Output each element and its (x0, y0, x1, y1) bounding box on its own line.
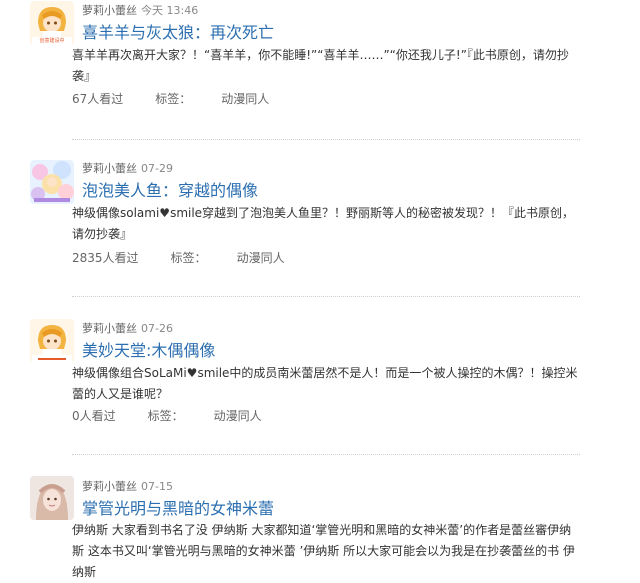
photo-avatar-icon (30, 476, 74, 520)
post-title[interactable]: 喜羊羊与灰太狼：再次死亡 (82, 19, 274, 43)
post-date: 今天 13:46 (141, 4, 199, 17)
tag-label: 标签： (170, 251, 207, 265)
tag-label: 标签： (147, 409, 184, 423)
author-avatar[interactable] (30, 476, 74, 520)
post-meta: 萝莉小蕾丝 07-15 (82, 478, 173, 494)
mermaid-cover-icon (30, 160, 74, 204)
author-name[interactable]: 萝莉小蕾丝 (82, 162, 137, 175)
post-description: 喜羊羊再次离开大家？！“喜羊羊，你不能睡!”“喜羊羊……”“你还我儿子!”『此书… (72, 48, 569, 83)
post-description: 神级偶像solami♥smile穿越到了泡泡美人鱼里？！野丽斯等人的秘密被发现？… (72, 206, 575, 241)
author-name[interactable]: 萝莉小蕾丝 (82, 322, 137, 335)
post-stats: 0人看过 标签： 动漫同人 (72, 407, 262, 424)
post-meta: 萝莉小蕾丝 07-29 (82, 160, 173, 176)
author-avatar[interactable] (30, 160, 74, 204)
post-date: 07-26 (141, 322, 173, 335)
post-stats: 67人看过 标签： 动漫同人 (72, 90, 269, 107)
author-avatar[interactable]: 创意建设中 (30, 1, 74, 45)
tag-label: 标签： (155, 92, 192, 106)
divider (72, 454, 580, 455)
post-title[interactable]: 美妙天堂:木偶偶像 (82, 337, 215, 361)
post-meta: 萝莉小蕾丝 今天 13:46 (82, 2, 198, 18)
post-date: 07-29 (141, 162, 173, 175)
divider (72, 139, 580, 140)
tag-link[interactable]: 动漫同人 (221, 90, 269, 107)
author-avatar[interactable] (30, 319, 74, 363)
avatar-badge: 创意建设中 (32, 37, 72, 45)
view-count: 0人看过 (72, 409, 116, 423)
tag-link[interactable]: 动漫同人 (214, 407, 262, 424)
post-date: 07-15 (141, 480, 173, 493)
author-name[interactable]: 萝莉小蕾丝 (82, 4, 137, 17)
author-name[interactable]: 萝莉小蕾丝 (82, 480, 137, 493)
tag-link[interactable]: 动漫同人 (237, 249, 285, 266)
view-count: 2835人看过 (72, 251, 139, 265)
view-count: 67人看过 (72, 92, 124, 106)
post-title[interactable]: 泡泡美人鱼：穿越的偶像 (82, 177, 258, 201)
post-description: 神级偶像组合SoLaMi♥smile中的成员南米蕾居然不是人！而是一个被人操控的… (72, 366, 578, 401)
chibi-avatar-icon (30, 319, 74, 363)
post-stats: 2835人看过 标签： 动漫同人 (72, 249, 285, 266)
divider (72, 296, 580, 297)
post-meta: 萝莉小蕾丝 07-26 (82, 320, 173, 336)
post-feed: 创意建设中 萝莉小蕾丝 今天 13:46 喜羊羊与灰太狼：再次死亡 喜羊羊再次离开… (0, 0, 640, 579)
post-description: 伊纳斯 大家看到书名了没 伊纳斯 大家都知道‘掌管光明和黑暗的女神米蕾’的作者是… (72, 523, 575, 579)
post-title[interactable]: 掌管光明与黑暗的女神米蕾 (82, 495, 274, 519)
